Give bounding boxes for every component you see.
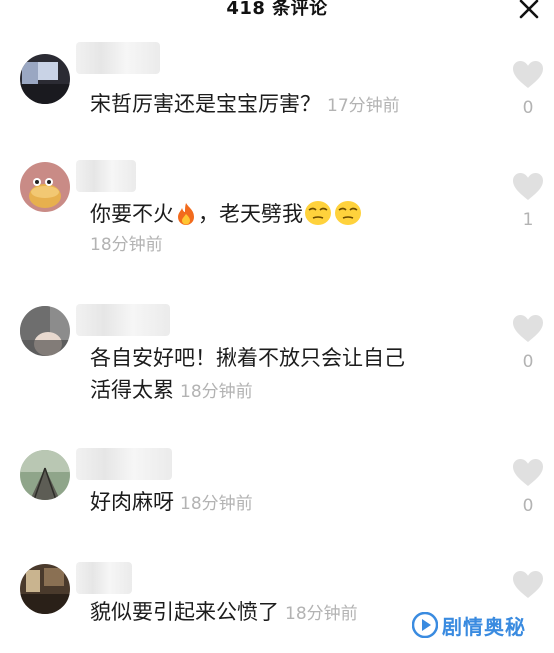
- comment-timestamp: 17分钟前: [327, 96, 400, 116]
- like-count: 1: [522, 210, 534, 230]
- avatar[interactable]: [20, 54, 70, 104]
- comment-timestamp: 18分钟前: [180, 494, 253, 514]
- avatar[interactable]: [20, 306, 70, 356]
- watermark-text: 剧情奥秘: [442, 614, 526, 639]
- avatar[interactable]: [20, 564, 70, 614]
- avatar[interactable]: [20, 450, 70, 500]
- like-count: 0: [522, 496, 534, 516]
- comment-text: 你要不火 ，老天劈我 18分钟前: [90, 198, 480, 260]
- heart-icon[interactable]: [512, 458, 544, 488]
- smirk-emoji: [335, 201, 361, 225]
- heart-icon[interactable]: [512, 60, 544, 90]
- username-blurred[interactable]: [76, 42, 160, 74]
- like-button[interactable]: 1: [510, 172, 546, 230]
- comment-timestamp: 18分钟前: [285, 604, 358, 624]
- username-blurred[interactable]: [76, 304, 170, 336]
- fire-emoji: [178, 203, 194, 225]
- like-count: 0: [522, 352, 534, 372]
- comment-count-title: 418 条评论: [226, 0, 328, 19]
- avatar[interactable]: [20, 162, 70, 212]
- like-count: 0: [522, 98, 534, 118]
- comment-timestamp: 18分钟前: [180, 382, 253, 402]
- comment-text: 好肉麻呀 18分钟前: [90, 490, 253, 514]
- play-logo-icon: [412, 612, 438, 638]
- username-blurred[interactable]: [76, 448, 172, 480]
- comments-header: 418 条评论: [0, 0, 554, 22]
- heart-icon[interactable]: [512, 570, 544, 600]
- like-button[interactable]: 0: [510, 458, 546, 516]
- heart-icon[interactable]: [512, 172, 544, 202]
- heart-icon[interactable]: [512, 314, 544, 344]
- comment-text: 宋哲厉害还是宝宝厉害？ 17分钟前: [90, 92, 400, 116]
- like-button[interactable]: 0: [510, 314, 546, 372]
- comment-text: 各自安好吧！揪着不放只会让自己 活得太累 18分钟前: [90, 346, 405, 402]
- close-icon[interactable]: [518, 0, 540, 20]
- username-blurred[interactable]: [76, 562, 132, 594]
- smirk-emoji: [305, 201, 331, 225]
- username-blurred[interactable]: [76, 160, 136, 192]
- like-button[interactable]: [510, 570, 546, 600]
- comment-timestamp: 18分钟前: [90, 235, 163, 255]
- watermark: 剧情奥秘: [412, 608, 550, 642]
- like-button[interactable]: 0: [510, 60, 546, 118]
